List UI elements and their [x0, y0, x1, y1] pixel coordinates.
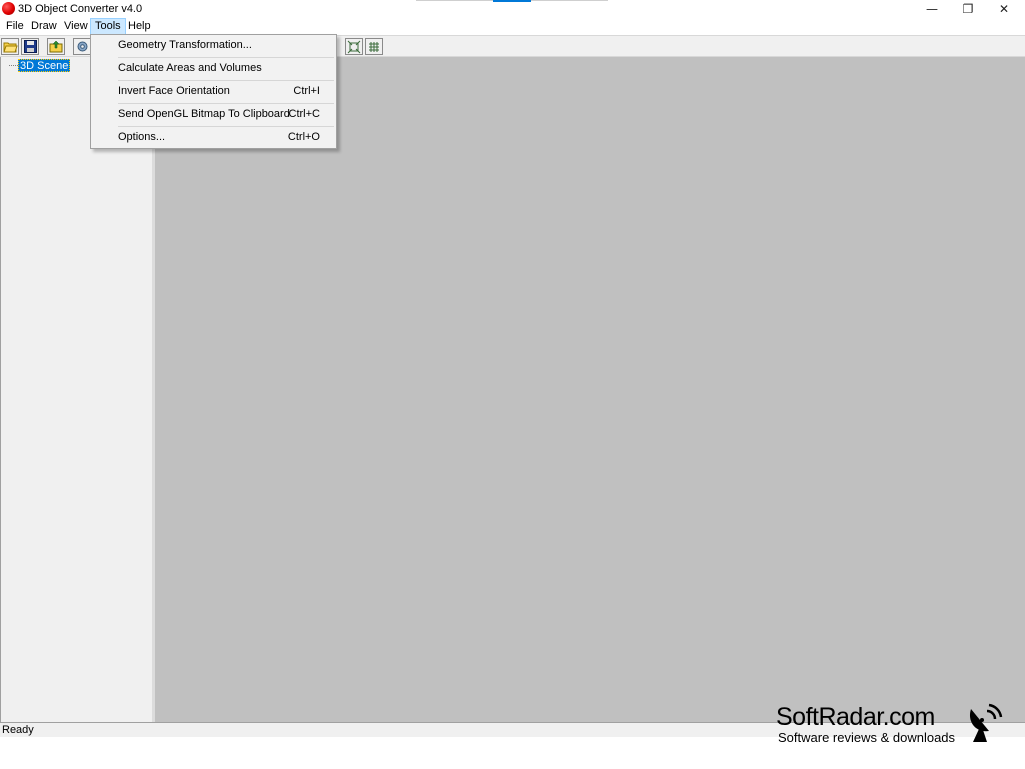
title-accent — [493, 0, 531, 2]
watermark-tagline: Software reviews & downloads — [778, 730, 956, 745]
restore-button[interactable]: ❐ — [950, 0, 986, 18]
title-divider — [416, 0, 493, 1]
settings-gear-icon — [77, 41, 87, 52]
grid-icon — [369, 41, 379, 52]
window-title: 3D Object Converter v4.0 — [18, 3, 143, 15]
save-disk-icon — [23, 40, 37, 53]
menu-item-label: Options... — [118, 131, 166, 143]
settings-button[interactable] — [73, 38, 91, 55]
zoom-extents-button[interactable] — [345, 38, 363, 55]
scene-tree[interactable]: 3D Scene — [0, 57, 155, 722]
save-button[interactable] — [21, 38, 39, 55]
menu-tools[interactable]: Tools — [90, 18, 126, 35]
menu-item-label: Invert Face Orientation — [118, 85, 230, 97]
tree-node-3d-scene[interactable]: 3D Scene — [18, 59, 71, 72]
tree-connector — [9, 65, 18, 66]
title-bar: 3D Object Converter v4.0 — ❐ ✕ — [0, 0, 1025, 18]
status-text: Ready — [2, 724, 34, 736]
import-button[interactable] — [47, 38, 65, 55]
menu-item-label: Send OpenGL Bitmap To Clipboard — [118, 108, 290, 120]
minimize-icon: — — [926, 2, 938, 16]
restore-icon: ❐ — [962, 2, 974, 16]
menu-bar: File Draw View Tools Help — [0, 18, 1025, 35]
minimize-button[interactable]: — — [914, 0, 950, 18]
menu-item-label: Geometry Transformation... — [118, 39, 252, 51]
menu-item-shortcut: Ctrl+I — [293, 85, 320, 97]
menu-draw[interactable]: Draw — [27, 18, 61, 35]
satellite-dish-icon — [969, 703, 1003, 742]
menu-item-calculate-areas-volumes[interactable]: Calculate Areas and Volumes — [93, 58, 334, 80]
close-button[interactable]: ✕ — [986, 0, 1022, 18]
grid-button[interactable] — [365, 38, 383, 55]
close-icon: ✕ — [998, 2, 1010, 16]
watermark-brand: SoftRadar.com — [776, 703, 935, 731]
app-icon[interactable] — [2, 2, 15, 15]
menu-item-invert-face-orientation[interactable]: Invert Face Orientation Ctrl+I — [93, 81, 334, 103]
opengl-viewport[interactable] — [155, 57, 1025, 722]
menu-item-geometry-transformation[interactable]: Geometry Transformation... — [93, 35, 334, 57]
menu-item-shortcut: Ctrl+O — [287, 131, 320, 143]
menu-file[interactable]: File — [2, 18, 28, 35]
open-button[interactable] — [1, 38, 19, 55]
title-divider — [531, 0, 608, 1]
menu-item-send-opengl-bitmap[interactable]: Send OpenGL Bitmap To Clipboard Ctrl+C — [93, 104, 334, 126]
open-folder-icon — [2, 42, 18, 52]
menu-item-shortcut: Ctrl+C — [288, 108, 320, 120]
menu-view[interactable]: View — [60, 18, 92, 35]
import-icon — [49, 40, 63, 53]
menu-help[interactable]: Help — [124, 18, 155, 35]
menu-item-label: Calculate Areas and Volumes — [118, 62, 262, 74]
zoom-extents-icon — [347, 40, 361, 53]
tools-dropdown-menu: Geometry Transformation... Calculate Are… — [90, 34, 337, 149]
menu-item-options[interactable]: Options... Ctrl+O — [93, 127, 334, 149]
